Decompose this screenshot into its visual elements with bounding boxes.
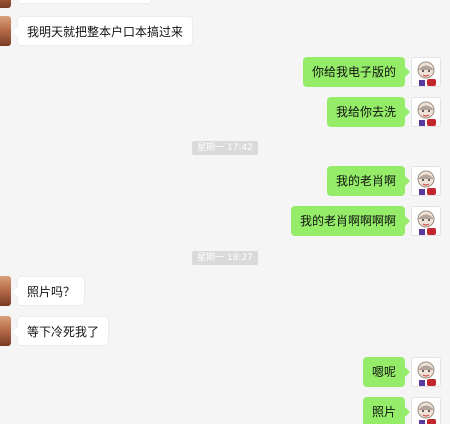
message-bubble[interactable]: 我的老肖啊啊啊啊 xyxy=(290,206,411,236)
message-row-outgoing: 嗯呢 xyxy=(330,357,450,387)
cartoon-avatar-icon xyxy=(417,101,436,126)
timestamp: 星期一 18:27 xyxy=(192,251,258,265)
cartoon-avatar-icon xyxy=(417,210,436,235)
message-row-incoming: 我明天就把整本户口本搞过来 xyxy=(0,16,200,46)
message-bubble[interactable]: 我明天就把整本户口本搞过来 xyxy=(12,16,194,46)
timestamp: 星期一 17:42 xyxy=(192,141,258,155)
user-avatar[interactable] xyxy=(411,397,441,424)
user-avatar[interactable] xyxy=(411,57,441,87)
cartoon-avatar-icon xyxy=(417,361,436,386)
contact-avatar[interactable] xyxy=(0,316,11,346)
message-row-outgoing: 我的老肖啊 xyxy=(290,166,450,196)
message-bubble[interactable]: 我的老肖啊 xyxy=(326,166,411,196)
message-row-outgoing: 我的老肖啊啊啊啊 xyxy=(270,206,450,236)
user-avatar[interactable] xyxy=(411,357,441,387)
chat-window[interactable]: 我明天就把整本户口本搞过来 你给我电子版的 我给你去洗 星期一 17:42 我的… xyxy=(0,0,450,424)
message-row-outgoing: 你给我电子版的 xyxy=(290,57,450,87)
cartoon-avatar-icon xyxy=(417,61,436,86)
cartoon-avatar-icon xyxy=(417,170,436,195)
message-bubble[interactable]: 等下冷死我了 xyxy=(12,316,110,346)
message-row-outgoing: 我给你去洗 xyxy=(290,97,450,127)
message-bubble-partial xyxy=(17,0,152,4)
message-bubble[interactable]: 照片 xyxy=(362,397,411,424)
message-bubble[interactable]: 我给你去洗 xyxy=(326,97,411,127)
message-row-outgoing: 照片 xyxy=(330,397,450,424)
contact-avatar[interactable] xyxy=(0,276,11,306)
user-avatar[interactable] xyxy=(411,166,441,196)
cartoon-avatar-icon xyxy=(417,401,436,424)
message-bubble[interactable]: 照片吗？ xyxy=(12,276,86,306)
message-bubble[interactable]: 你给我电子版的 xyxy=(302,57,411,87)
contact-avatar[interactable] xyxy=(0,16,11,46)
message-row-incoming: 等下冷死我了 xyxy=(0,316,150,346)
message-bubble[interactable]: 嗯呢 xyxy=(362,357,411,387)
user-avatar[interactable] xyxy=(411,206,441,236)
user-avatar[interactable] xyxy=(411,97,441,127)
contact-avatar[interactable] xyxy=(0,0,11,8)
message-row-incoming: 照片吗？ xyxy=(0,276,150,306)
